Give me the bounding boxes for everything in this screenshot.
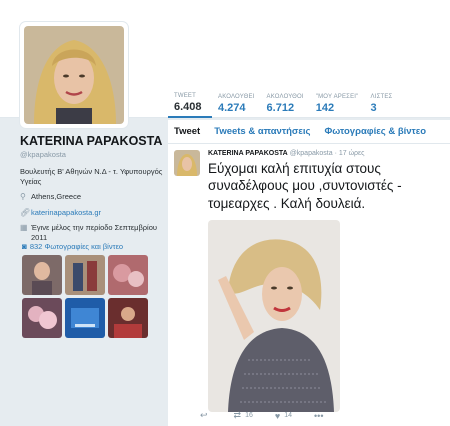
stat-label: ΑΚΟΛΟΥΘΕΙ [218,94,255,100]
photos-videos-link[interactable]: ◙ 832 Φωτογραφίες και βίντεο [22,242,123,251]
profile-website-link[interactable]: katerinapapakosta.gr [31,208,101,218]
stat-value: 6.712 [266,102,295,114]
photo-thumbnail[interactable] [65,255,105,295]
retweet-button[interactable]: ⇄ 16 [234,410,253,421]
tweet-stream: Tweet Tweets & απαντήσεις Φωτογραφίες & … [168,120,450,426]
stat-label: "ΜΟΥ ΑΡΕΣΕΙ" [315,94,359,100]
profile-card: KATERINA PAPAKOSTA @kpapakosta Βουλευτής… [20,134,170,243]
profile-location: ⚲ Athens,Greece [20,192,170,202]
stat-label: TWEET [174,93,196,99]
stat-likes[interactable]: "ΜΟΥ ΑΡΕΣΕΙ" 142 [310,90,365,118]
reply-icon: ↩ [200,410,208,420]
tweet-text: Εύχομαι καλή επιτυχία στους συναδέλφους … [208,161,402,211]
map-pin-icon: ⚲ [20,192,26,202]
tweet-author-name[interactable]: KATERINA PAPAKOSTA [208,150,288,157]
tweet-avatar[interactable] [174,150,200,176]
profile-handle[interactable]: @kpapakosta [20,150,170,159]
tab-tweets-replies[interactable]: Tweets & απαντήσεις [214,126,310,137]
stat-value: 4.274 [218,102,246,114]
stat-followers[interactable]: ΑΚΟΛΟΥΘΟΙ 6.712 [261,90,310,118]
more-icon: ••• [314,410,324,421]
profile-joined-text: Έγινε μέλος την περίοδο Σεπτεμβρίου 2011 [31,223,157,242]
photo-thumbnail[interactable] [22,298,62,338]
calendar-icon: ▦ [20,223,28,233]
stat-following[interactable]: ΑΚΟΛΟΥΘΕΙ 4.274 [212,90,261,118]
tweet-time[interactable]: 17 ώρες [339,150,365,157]
tweet[interactable]: KATERINA PAPAKOSTA @kpapakosta · 17 ώρες… [168,144,450,412]
stat-value: 3 [370,102,377,114]
photo-thumbnail[interactable] [108,255,148,295]
link-icon: 🔗︎ [20,207,31,217]
stat-label: ΑΚΟΛΟΥΘΟΙ [266,94,304,100]
like-count: 14 [284,412,293,419]
like-button[interactable]: ♥ 14 [275,411,292,421]
camera-icon: ◙ [22,242,27,251]
photo-thumbnail[interactable] [65,298,105,338]
photos-videos-label: 832 Φωτογραφίες και βίντεο [29,242,124,251]
stat-tweets[interactable]: TWEET 6.408 [168,90,212,118]
stat-value: 6.408 [174,101,202,113]
heart-icon: ♥ [274,410,281,421]
tweet-author-handle[interactable]: @kpapakosta [290,150,333,157]
tweet-actions: ↩ ⇄ 16 ♥ 14 ••• [200,410,349,421]
profile-avatar[interactable] [20,22,128,128]
profile-name[interactable]: KATERINA PAPAKOSTA [20,134,170,148]
reply-button[interactable]: ↩ [200,410,212,421]
stat-value: 142 [315,102,335,114]
tweet-header: KATERINA PAPAKOSTA @kpapakosta · 17 ώρες [208,150,442,157]
stat-lists[interactable]: ΛΙΣΤΕΣ 3 [365,90,409,118]
profile-location-text: Athens,Greece [31,192,82,202]
retweet-count: 16 [245,412,253,419]
tab-media[interactable]: Φωτογραφίες & βίντεο [324,126,426,137]
stat-label: ΛΙΣΤΕΣ [370,94,393,100]
profile-bio: Βουλευτής Β' Αθηνών Ν.Δ - τ. Υφυπουργός … [20,167,163,187]
photo-thumbnail[interactable] [108,298,148,338]
profile-avatar-image [24,26,124,124]
tweet-separator: · [334,150,337,157]
timeline-tabs: Tweet Tweets & απαντήσεις Φωτογραφίες & … [168,120,450,144]
profile-website: 🔗︎ katerinapapakosta.gr [20,208,170,218]
photo-thumbnail[interactable] [22,255,62,295]
tab-tweets[interactable]: Tweet [174,126,200,137]
profile-joined: ▦ Έγινε μέλος την περίοδο Σεπτεμβρίου 20… [20,223,170,243]
tweet-media-photo[interactable] [208,219,340,412]
more-button[interactable]: ••• [314,411,327,421]
profile-stats: TWEET 6.408 ΑΚΟΛΟΥΘΕΙ 4.274 ΑΚΟΛΟΥΘΟΙ 6.… [168,90,409,118]
photo-grid [22,255,148,338]
retweet-icon: ⇄ [233,410,242,420]
